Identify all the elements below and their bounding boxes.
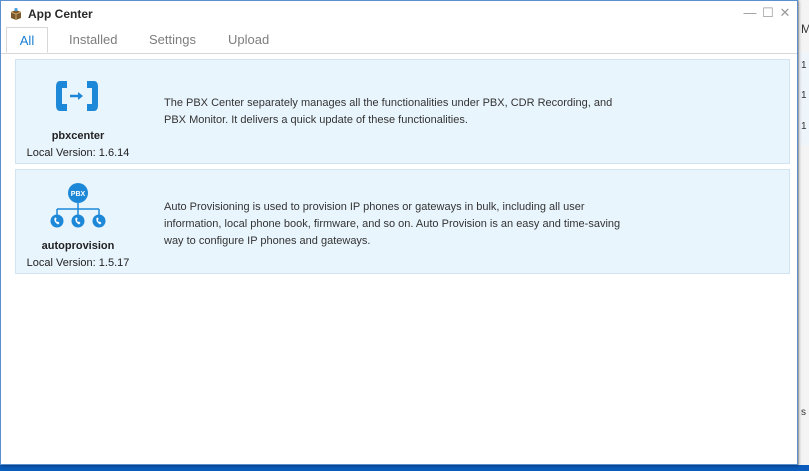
desktop-background: [0, 465, 809, 471]
background-window-text: s: [801, 407, 806, 418]
app-version: Local Version: 1.6.14: [26, 147, 130, 159]
window-title: App Center: [28, 7, 93, 21]
auto-provision-tree-icon: PBX: [50, 183, 106, 228]
tab-upload[interactable]: Upload: [228, 27, 269, 53]
app-card-autoprovision[interactable]: PBX autoprovision Local Version: 1.5.17 …: [15, 169, 790, 274]
app-center-window: App Center — ☐ ✕ All Installed Settings …: [0, 0, 798, 465]
app-description: The PBX Center separately manages all th…: [164, 97, 613, 126]
app-name: pbxcenter: [51, 130, 105, 142]
minimize-button[interactable]: —: [743, 6, 757, 20]
tab-installed[interactable]: Installed: [69, 27, 117, 53]
pbx-icon-label: PBX: [71, 191, 86, 198]
app-center-icon: [10, 7, 22, 20]
title-bar[interactable]: App Center — ☐ ✕: [1, 1, 797, 27]
tab-bar: All Installed Settings Upload: [1, 27, 797, 54]
app-version: Local Version: 1.5.17: [26, 257, 130, 269]
tab-all[interactable]: All: [6, 27, 48, 53]
pbx-center-phones-icon: [56, 81, 98, 111]
maximize-button[interactable]: ☐: [761, 6, 775, 20]
close-button[interactable]: ✕: [778, 6, 792, 20]
app-card-pbxcenter[interactable]: pbxcenter Local Version: 1.6.14 The PBX …: [15, 59, 790, 164]
app-name: autoprovision: [41, 240, 115, 252]
background-window-text: 1: [801, 60, 807, 71]
background-window: M 1 1 1 s: [798, 0, 809, 465]
tab-settings[interactable]: Settings: [149, 27, 196, 53]
app-description: Auto Provisioning is used to provision I…: [164, 201, 621, 247]
background-window-text: 1: [801, 90, 807, 101]
background-window-text: M: [801, 22, 809, 36]
background-window-text: 1: [801, 121, 807, 132]
